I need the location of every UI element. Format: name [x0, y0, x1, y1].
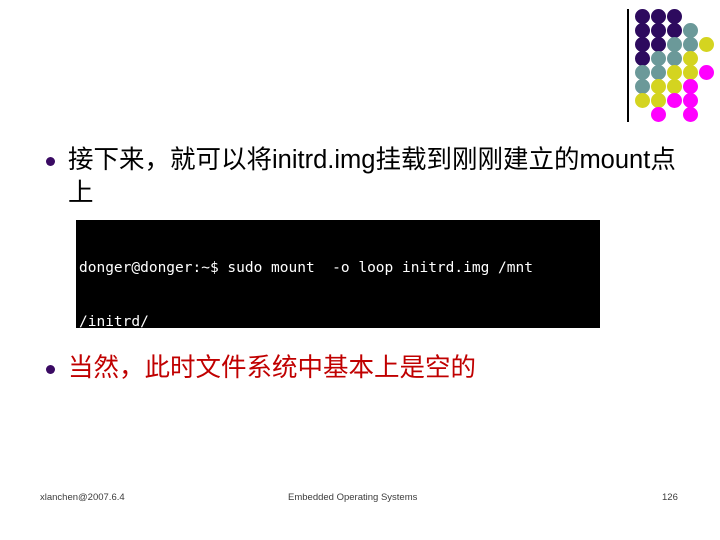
- decorative-dot: [667, 9, 682, 24]
- decorative-dot: [667, 51, 682, 66]
- footer-course-title: Embedded Operating Systems: [288, 492, 418, 503]
- terminal-line: /initrd/: [79, 313, 600, 328]
- decorative-dot: [651, 93, 666, 108]
- decorative-dot: [651, 79, 666, 94]
- bullet-item-2: 当然，此时文件系统中基本上是空的: [42, 352, 662, 386]
- decorative-dot: [635, 51, 650, 66]
- decorative-dot: [683, 65, 698, 80]
- decorative-dot: [683, 37, 698, 52]
- decorative-dot: [651, 51, 666, 66]
- terminal-line: donger@donger:~$ sudo mount -o loop init…: [79, 259, 600, 277]
- bullet-marker-icon: [42, 352, 68, 386]
- decorative-dot: [683, 107, 698, 122]
- decorative-dot: [651, 9, 666, 24]
- decorative-dot: [651, 107, 666, 122]
- decorative-dot: [683, 23, 698, 38]
- decorative-dot: [699, 37, 714, 52]
- bullet-text-1: 接下来，就可以将initrd.img挂载到刚刚建立的mount点上: [68, 146, 676, 207]
- bullet-item-1: 接下来，就可以将initrd.img挂载到刚刚建立的mount点上: [42, 144, 682, 210]
- decorative-dot: [699, 65, 714, 80]
- slide-footer: xlanchen@2007.6.4 Embedded Operating Sys…: [0, 490, 720, 514]
- footer-page-number: 126: [662, 492, 678, 503]
- decorative-dot: [635, 9, 650, 24]
- slide-canvas: 接下来，就可以将initrd.img挂载到刚刚建立的mount点上 donger…: [0, 0, 720, 540]
- decorative-dot: [635, 37, 650, 52]
- terminal-line-text: /initrd/: [79, 314, 149, 328]
- decorative-dot: [651, 37, 666, 52]
- decorative-dot: [635, 23, 650, 38]
- footer-author: xlanchen@2007.6.4: [40, 492, 125, 503]
- bullet-marker-icon: [42, 144, 68, 178]
- bullet-text-2: 当然，此时文件系统中基本上是空的: [68, 354, 477, 382]
- decorative-dot: [635, 65, 650, 80]
- decorative-dot: [667, 93, 682, 108]
- vertical-rule: [627, 9, 629, 122]
- terminal-line-text: donger@donger:~$ sudo mount -o loop init…: [79, 260, 533, 276]
- decorative-dot: [667, 37, 682, 52]
- decorative-dot: [651, 23, 666, 38]
- decorative-dot: [667, 65, 682, 80]
- decorative-dot: [683, 79, 698, 94]
- decorative-dot: [651, 65, 666, 80]
- decorative-dot: [635, 79, 650, 94]
- decorative-dot: [683, 51, 698, 66]
- terminal-output-block: donger@donger:~$ sudo mount -o loop init…: [76, 220, 600, 328]
- decorative-dot: [667, 79, 682, 94]
- decorative-dot: [683, 93, 698, 108]
- decorative-dot-logo: [620, 0, 720, 130]
- decorative-dot: [635, 93, 650, 108]
- decorative-dot: [667, 23, 682, 38]
